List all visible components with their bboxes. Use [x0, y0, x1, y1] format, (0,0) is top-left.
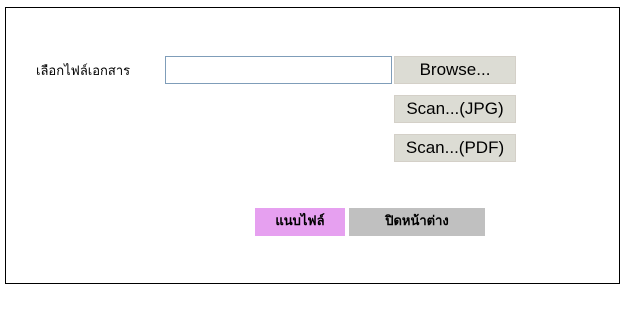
attach-file-button[interactable]: แนบไฟล์: [255, 208, 345, 236]
close-window-button[interactable]: ปิดหน้าต่าง: [349, 208, 485, 236]
file-path-input[interactable]: [165, 56, 392, 84]
upload-panel: เลือกไฟล์เอกสาร Browse... Scan...(JPG) S…: [5, 7, 620, 284]
browse-button[interactable]: Browse...: [394, 56, 516, 84]
file-select-label: เลือกไฟล์เอกสาร: [36, 64, 131, 79]
scan-jpg-button[interactable]: Scan...(JPG): [394, 95, 516, 123]
scan-pdf-button[interactable]: Scan...(PDF): [394, 134, 516, 162]
